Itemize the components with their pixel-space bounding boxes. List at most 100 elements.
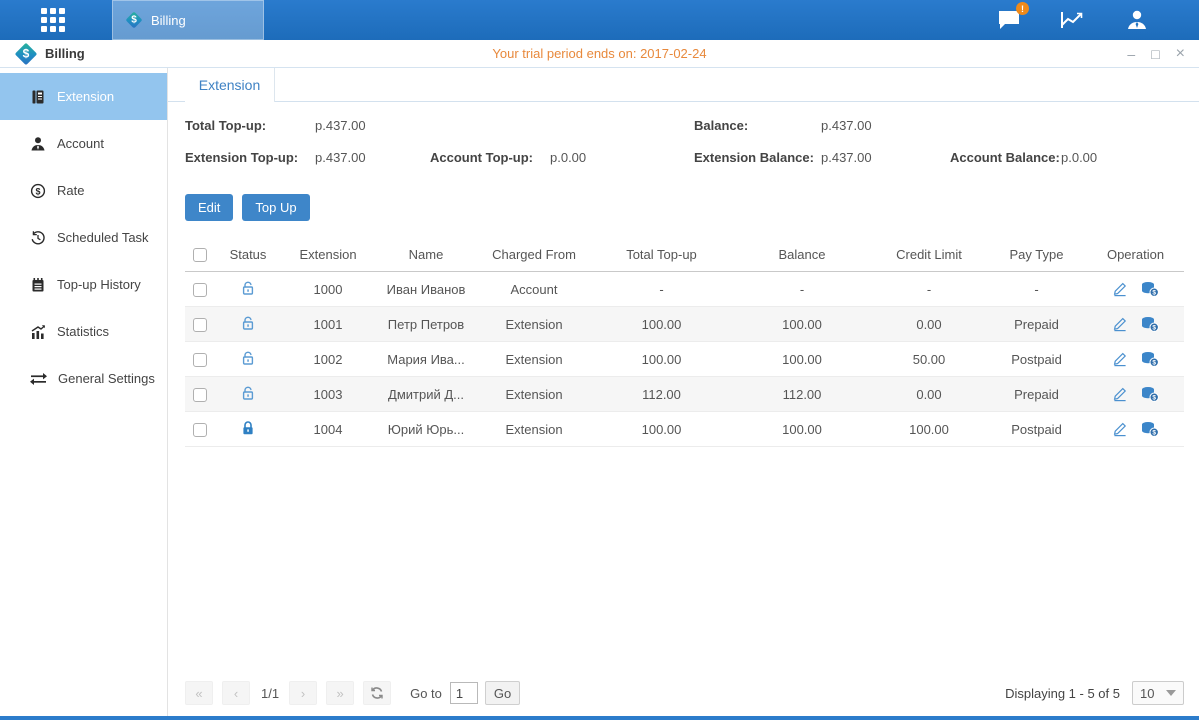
edit-icon[interactable]: [1112, 316, 1128, 332]
cell-pay-type: Postpaid: [986, 422, 1087, 437]
sidebar-item-label: Top-up History: [57, 277, 141, 292]
cell-name: Дмитрий Д...: [375, 387, 477, 402]
row-checkbox[interactable]: [193, 283, 207, 297]
sidebar-item-scheduled-task[interactable]: Scheduled Task: [0, 214, 167, 261]
cell-extension: 1000: [281, 282, 375, 297]
account-topup-value: p.0.00: [550, 150, 694, 165]
total-topup-value: p.437.00: [315, 118, 430, 133]
cell-charged-from: Extension: [477, 352, 591, 367]
prev-page-button[interactable]: ‹: [222, 681, 250, 705]
cell-status: [215, 350, 281, 369]
lock-closed-icon: [240, 420, 256, 436]
cell-pay-type: -: [986, 282, 1087, 297]
topup-icon[interactable]: $: [1141, 316, 1159, 332]
sidebar-item-rate[interactable]: $ Rate: [0, 167, 167, 214]
sidebar-item-label: Scheduled Task: [57, 230, 149, 245]
col-balance: Balance: [732, 247, 872, 262]
chart-icon[interactable]: [1059, 6, 1087, 34]
cell-status: [215, 420, 281, 439]
first-page-button[interactable]: «: [185, 681, 213, 705]
cell-extension: 1001: [281, 317, 375, 332]
cell-status: [215, 315, 281, 334]
topup-icon[interactable]: $: [1141, 421, 1159, 437]
cell-total-topup: 100.00: [591, 317, 732, 332]
billing-app-tab[interactable]: $ Billing: [112, 0, 264, 40]
cell-balance: 100.00: [732, 317, 872, 332]
close-icon[interactable]: ×: [1176, 46, 1185, 62]
cell-charged-from: Account: [477, 282, 591, 297]
cell-balance: -: [732, 282, 872, 297]
go-button[interactable]: Go: [485, 681, 520, 705]
sidebar-item-general-settings[interactable]: General Settings: [0, 355, 167, 402]
extension-table: Status Extension Name Charged From Total…: [185, 237, 1184, 447]
extension-topup-label: Extension Top-up:: [185, 150, 315, 165]
trial-notice: Your trial period ends on: 2017-02-24: [0, 46, 1199, 61]
cell-pay-type: Prepaid: [986, 317, 1087, 332]
rate-icon: $: [30, 183, 46, 199]
billing-window: $ Billing ! $ Billing Your trial period …: [0, 0, 1199, 720]
edit-icon[interactable]: [1112, 421, 1128, 437]
svg-text:$: $: [1152, 325, 1156, 332]
table-row: 1001Петр ПетровExtension100.00100.000.00…: [185, 307, 1184, 342]
cell-total-topup: 100.00: [591, 352, 732, 367]
topup-icon[interactable]: $: [1141, 351, 1159, 367]
scheduled-task-icon: [30, 230, 46, 246]
chat-icon[interactable]: !: [995, 6, 1023, 34]
col-status: Status: [215, 247, 281, 262]
minimize-icon[interactable]: –: [1127, 47, 1135, 61]
row-checkbox[interactable]: [193, 353, 207, 367]
cell-credit-limit: 0.00: [872, 387, 986, 402]
cell-status: [215, 385, 281, 404]
extension-balance-label: Extension Balance:: [694, 150, 821, 165]
account-icon: [30, 136, 46, 152]
topup-history-icon: [30, 277, 46, 293]
topup-icon[interactable]: $: [1141, 386, 1159, 402]
cell-charged-from: Extension: [477, 422, 591, 437]
apps-grid-icon[interactable]: [30, 0, 76, 40]
main-content: Extension Total Top-up: p.437.00 Balance…: [168, 68, 1199, 716]
maximize-icon[interactable]: □: [1151, 47, 1159, 61]
svg-text:$: $: [1152, 430, 1156, 437]
next-page-button[interactable]: ›: [289, 681, 317, 705]
cell-name: Иван Иванов: [375, 282, 477, 297]
table-row: 1004Юрий Юрь...Extension100.00100.00100.…: [185, 412, 1184, 447]
page-size-select[interactable]: 10: [1132, 681, 1184, 705]
cell-status: [215, 280, 281, 299]
row-checkbox[interactable]: [193, 388, 207, 402]
select-all-checkbox[interactable]: [193, 248, 207, 262]
balance-label: Balance:: [694, 118, 821, 133]
cell-balance: 112.00: [732, 387, 872, 402]
row-checkbox[interactable]: [193, 318, 207, 332]
page-title: Billing: [45, 46, 85, 61]
last-page-button[interactable]: »: [326, 681, 354, 705]
cell-pay-type: Postpaid: [986, 352, 1087, 367]
sidebar-item-extension[interactable]: Extension: [0, 73, 167, 120]
edit-icon[interactable]: [1112, 386, 1128, 402]
balance-summary: Total Top-up: p.437.00 Balance: p.437.00…: [168, 102, 1199, 184]
top-up-button[interactable]: Top Up: [242, 194, 309, 221]
cell-charged-from: Extension: [477, 317, 591, 332]
billing-title-icon: $: [14, 42, 38, 66]
topup-icon[interactable]: $: [1141, 281, 1159, 297]
statistics-icon: [30, 324, 46, 340]
edit-icon[interactable]: [1112, 351, 1128, 367]
sidebar: Extension Account $ Rate Scheduled Task …: [0, 68, 168, 716]
refresh-icon[interactable]: [363, 681, 391, 705]
edit-button[interactable]: Edit: [185, 194, 233, 221]
displaying-text: Displaying 1 - 5 of 5: [1005, 686, 1120, 701]
col-total-topup: Total Top-up: [591, 247, 732, 262]
col-credit-limit: Credit Limit: [872, 247, 986, 262]
cell-total-topup: 112.00: [591, 387, 732, 402]
chevron-down-icon: [1166, 690, 1176, 696]
goto-page-input[interactable]: [450, 682, 478, 704]
sidebar-item-topup-history[interactable]: Top-up History: [0, 261, 167, 308]
edit-icon[interactable]: [1112, 281, 1128, 297]
cell-extension: 1002: [281, 352, 375, 367]
sidebar-item-account[interactable]: Account: [0, 120, 167, 167]
tab-extension[interactable]: Extension: [185, 68, 275, 102]
user-icon[interactable]: [1123, 6, 1151, 34]
row-checkbox[interactable]: [193, 423, 207, 437]
total-topup-label: Total Top-up:: [185, 118, 315, 133]
notification-badge: !: [1016, 2, 1029, 15]
sidebar-item-statistics[interactable]: Statistics: [0, 308, 167, 355]
